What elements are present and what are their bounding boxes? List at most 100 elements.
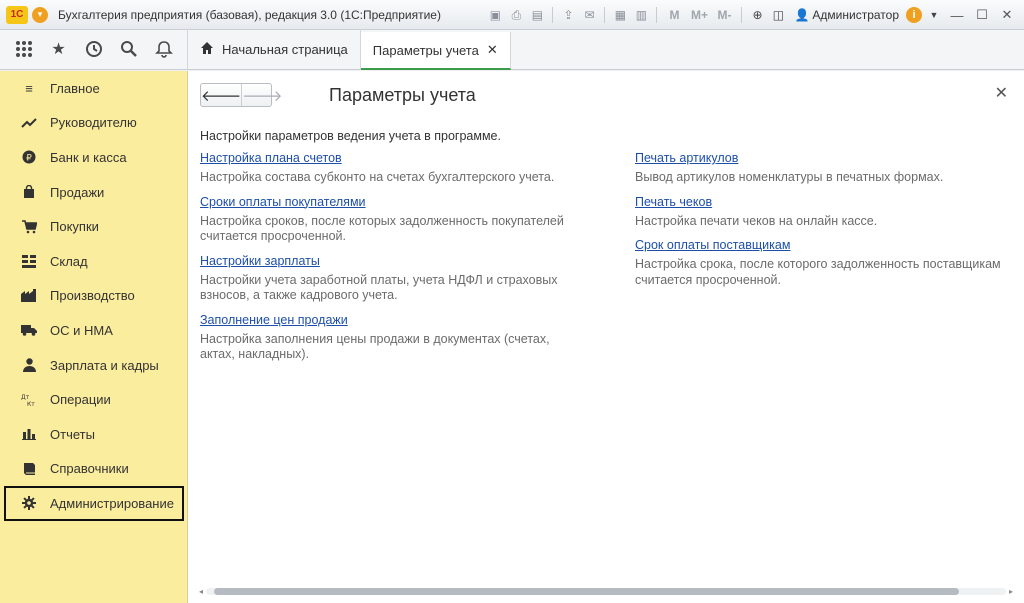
bar-chart-icon [20,428,38,441]
separator [552,7,554,23]
sections-sidebar: ≡ Главное Руководителю ₽ Банк и касса Пр… [0,71,188,603]
sidebar-item-label: ОС и НМА [50,322,113,338]
quick-tools: ★ [0,29,188,69]
user-menu[interactable]: 👤 Администратор [794,8,899,22]
setting-link[interactable]: Заполнение цен продажи [200,313,348,327]
tab-label: Параметры учета [372,42,479,58]
maximize-button[interactable]: ☐ [971,6,993,24]
sidebar-item-reports[interactable]: Отчеты [0,417,187,452]
user-name: Администратор [812,8,899,22]
sidebar-item-label: Производство [50,288,135,304]
app-logo-icon: 1С [6,5,28,24]
calculator-icon[interactable]: ▦ [611,6,629,24]
info-icon[interactable]: i [906,7,922,23]
home-icon [200,41,214,58]
setting-link[interactable]: Печать чеков [635,195,712,209]
sidebar-item-management[interactable]: Руководителю [0,106,187,141]
favorites-star-icon[interactable]: ★ [46,36,72,62]
sidebar-item-production[interactable]: Производство [0,279,187,314]
sidebar-item-label: Справочники [50,461,129,477]
setting-description: Вывод артикулов номенклатуры в печатных … [635,170,944,184]
title-bar: 1С ▾ Бухгалтерия предприятия (базовая), … [0,0,1024,30]
tab-accounting-params[interactable]: Параметры учета ✕ [360,32,511,70]
memory-minus-button[interactable]: M- [713,6,735,24]
memory-m-button[interactable]: M [663,6,685,24]
page-title: Параметры учета [329,85,476,105]
preview-icon[interactable]: ▤ [528,6,546,24]
sidebar-item-purchases[interactable]: Покупки [0,209,187,244]
setting-description: Настройка срока, после которого задолжен… [635,257,1001,287]
setting-link[interactable]: Настройки зарплаты [200,254,320,268]
sidebar-item-label: Администрирование [50,495,174,511]
tab-home[interactable]: Начальная страница [188,29,361,69]
horizontal-scrollbar[interactable]: ◂ ▸ [196,585,1016,597]
dt-kt-icon: Дт Кт [20,393,38,407]
sidebar-item-label: Склад [50,253,88,269]
memory-plus-button[interactable]: M+ [688,6,710,24]
sidebar-item-label: Покупки [50,219,99,235]
warehouse-grid-icon [20,254,38,268]
attach-icon[interactable]: ⇪ [559,6,577,24]
sidebar-item-sales[interactable]: Продажи [0,175,187,210]
forward-arrow-icon[interactable]: 🡒 [241,84,282,106]
setting-item: Сроки оплаты покупателями Настройка срок… [200,195,590,245]
close-tab-icon[interactable]: ✕ [487,42,498,58]
setting-item: Печать артикулов Вывод артикулов номенкл… [635,151,1020,186]
setting-link[interactable]: Печать артикулов [635,151,738,165]
shopping-bag-icon [20,185,38,199]
sidebar-item-label: Главное [50,80,100,96]
sidebar-item-label: Руководителю [50,115,137,131]
close-window-button[interactable]: ✕ [996,6,1018,24]
person-icon [20,358,38,373]
sidebar-item-directories[interactable]: Справочники [0,452,187,487]
close-form-icon[interactable]: ✕ [995,83,1008,103]
ruble-coin-icon: ₽ [20,150,38,164]
setting-item: Настройки зарплаты Настройки учета зараб… [200,254,590,304]
zoom-icon[interactable]: ⊕ [748,6,766,24]
separator [604,7,606,23]
print-icon[interactable]: ⎙ [507,6,525,24]
sidebar-item-salary[interactable]: Зарплата и кадры [0,348,187,383]
sidebar-item-administration[interactable]: Администрирование [4,486,184,521]
svg-text:Кт: Кт [27,401,35,407]
calendar-icon[interactable]: ▥ [632,6,650,24]
sidebar-item-label: Банк и касса [50,149,127,165]
main-menu-button[interactable]: ▾ [32,6,48,23]
setting-description: Настройка сроков, после которых задолжен… [200,213,564,244]
save-icon[interactable]: ▣ [486,6,504,24]
sidebar-item-main[interactable]: ≡ Главное [0,71,187,106]
scroll-track[interactable] [206,587,1006,595]
setting-item: Срок оплаты поставщикам Настройка срока,… [635,238,1020,288]
chevron-down-icon[interactable]: ▼ [925,6,943,24]
scroll-right-icon[interactable]: ▸ [1006,587,1016,596]
setting-description: Настройка состава субконто на счетах бух… [200,170,555,184]
separator [656,7,658,23]
setting-link[interactable]: Сроки оплаты покупателями [200,195,366,209]
apps-grid-icon[interactable] [11,36,37,62]
sidebar-item-warehouse[interactable]: Склад [0,244,187,279]
mail-icon[interactable]: ✉ [580,6,598,24]
main-panel: 🡐 🡒 Параметры учета ✕ Настройки параметр… [188,71,1024,603]
sidebar-item-operations[interactable]: Дт Кт Операции [0,382,187,417]
setting-link[interactable]: Настройка плана счетов [200,151,342,165]
setting-description: Настройки учета заработной платы, учета … [200,272,558,303]
history-icon[interactable] [81,36,107,62]
search-icon[interactable] [116,36,142,62]
notifications-bell-icon[interactable] [151,36,177,62]
svg-text:₽: ₽ [26,154,32,164]
sidebar-item-bank[interactable]: ₽ Банк и касса [0,140,187,175]
setting-item: Настройка плана счетов Настройка состава… [200,151,590,186]
truck-icon [20,324,38,337]
sidebar-item-label: Отчеты [50,426,95,442]
window-title: Бухгалтерия предприятия (базовая), редак… [58,7,441,22]
sidebar-item-label: Зарплата и кадры [50,357,159,373]
panels-icon[interactable]: ◫ [769,6,787,24]
scroll-thumb[interactable] [214,587,959,595]
minimize-button[interactable]: — [946,6,968,24]
intro-text: Настройки параметров ведения учета в про… [200,129,501,143]
setting-link[interactable]: Срок оплаты поставщикам [635,238,790,252]
back-arrow-icon[interactable]: 🡐 [201,84,241,106]
sidebar-item-fixed-assets[interactable]: ОС и НМА [0,313,187,348]
separator [741,7,743,23]
scroll-left-icon[interactable]: ◂ [196,587,206,596]
